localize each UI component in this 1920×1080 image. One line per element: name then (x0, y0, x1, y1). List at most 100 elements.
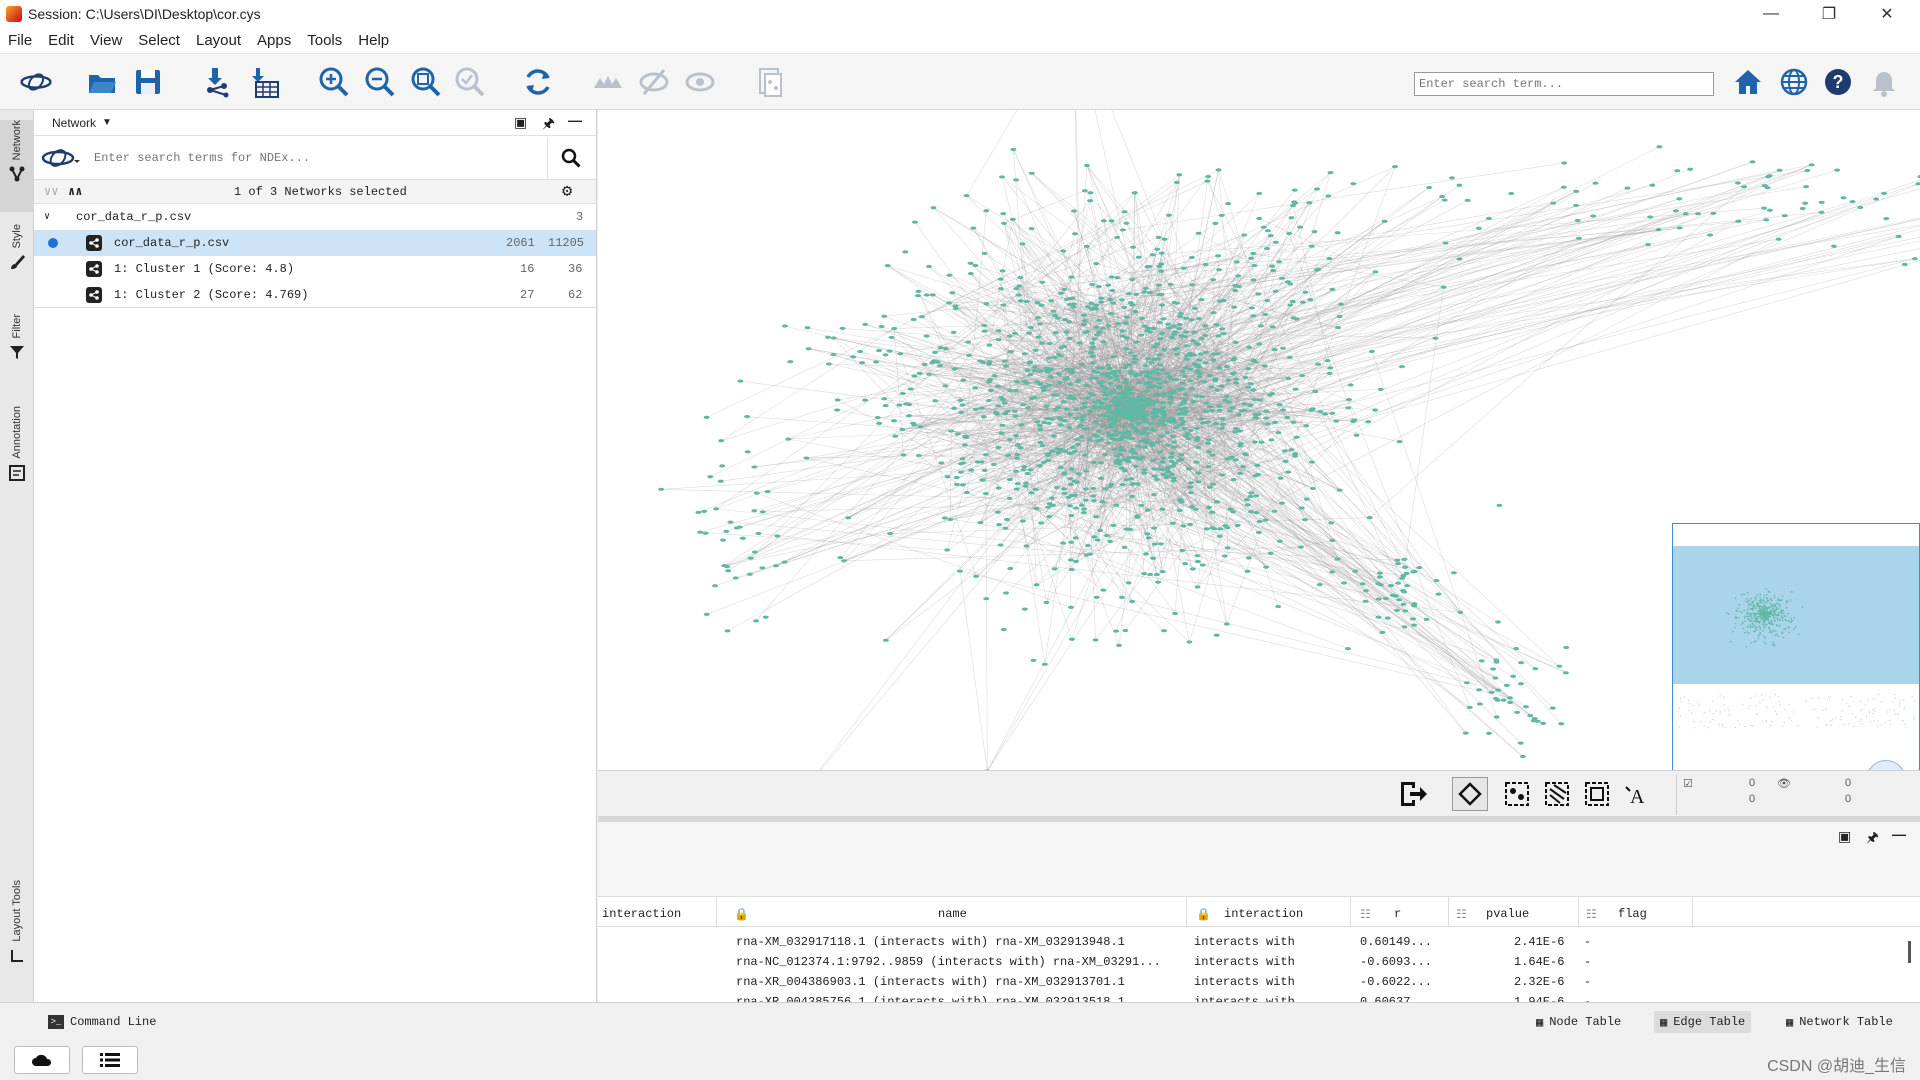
tab-node-table[interactable]: ▦ Node Table (1530, 1011, 1627, 1033)
network-node (991, 374, 998, 378)
network-node (1269, 325, 1276, 329)
ndex-search-button[interactable] (548, 148, 594, 168)
network-node (1647, 215, 1654, 219)
cloud-icon (32, 1054, 52, 1066)
pin-icon[interactable]: 🖈 (542, 113, 555, 137)
network-node (1128, 477, 1135, 481)
network-node (1112, 429, 1119, 433)
minimize-panel-icon[interactable]: — (1892, 826, 1906, 842)
ndex-logo-icon (41, 148, 80, 167)
gear-icon[interactable]: ⚙ (562, 181, 572, 202)
tab-edge-table[interactable]: ▦ Edge Table (1654, 1011, 1752, 1033)
minimize-panel-icon[interactable]: — (568, 112, 582, 128)
network-node (1018, 423, 1025, 427)
ndex-search-input[interactable] (88, 136, 548, 179)
overview-node (1693, 720, 1695, 722)
column-header-interaction[interactable]: interaction (602, 903, 681, 925)
column-header-name[interactable]: name (938, 903, 967, 925)
column-header-r[interactable]: r (1394, 903, 1401, 925)
show-labels-icon[interactable]: A (1624, 781, 1652, 812)
collection-row[interactable]: ∨ cor_data_r_p.csv 3 (34, 204, 596, 230)
menu-edit[interactable]: Edit (40, 32, 82, 49)
column-header-interaction-2[interactable]: interaction (1224, 903, 1303, 925)
tab-filter[interactable]: Filter (0, 314, 34, 394)
overview-node (1773, 609, 1775, 612)
overview-node (1711, 700, 1714, 702)
ndex-logo-icon[interactable] (14, 64, 58, 100)
search-input[interactable] (1414, 72, 1714, 96)
network-node (1150, 326, 1157, 330)
network-node (967, 271, 974, 276)
overview-node (1775, 713, 1778, 715)
open-session-icon[interactable] (84, 64, 120, 100)
tab-style[interactable]: Style (0, 224, 34, 304)
overview-node (1868, 712, 1871, 714)
zoom-out-icon[interactable] (362, 64, 398, 100)
network-node (1183, 409, 1190, 414)
expand-all-icon[interactable]: ∨∨ (44, 184, 58, 199)
chevron-down-icon[interactable]: ∨ (44, 211, 50, 223)
task-list-button[interactable] (82, 1046, 138, 1074)
network-node (1293, 435, 1300, 439)
select-nodes-icon[interactable] (1504, 781, 1530, 812)
restore-icon[interactable]: ❐ (1806, 0, 1852, 28)
help-icon[interactable]: ? (1820, 64, 1856, 100)
network-panel-title[interactable]: Network (52, 116, 96, 130)
column-header-pvalue[interactable]: pvalue (1486, 903, 1529, 925)
close-icon[interactable]: ✕ (1864, 0, 1910, 28)
network-node (1056, 380, 1063, 385)
node-shape-tool-button[interactable] (1452, 777, 1488, 811)
network-node (1153, 572, 1160, 577)
notification-bell-icon[interactable] (1866, 64, 1902, 100)
network-row[interactable]: 1: Cluster 2 (Score: 4.769) 27 62 (34, 282, 596, 308)
column-header-flag[interactable]: flag (1618, 903, 1647, 925)
network-node (1297, 225, 1304, 229)
refresh-icon[interactable] (520, 64, 556, 100)
network-node (1017, 299, 1024, 303)
tab-annotation[interactable]: Annotation (0, 406, 34, 512)
home-icon[interactable] (1730, 64, 1766, 100)
cloud-button[interactable] (14, 1046, 70, 1074)
cell-r: -0.6022... (1360, 975, 1433, 989)
collapse-all-icon[interactable]: ∧∧ (68, 184, 82, 199)
float-panel-icon[interactable]: ▣ (1838, 828, 1851, 845)
network-row[interactable]: 1: Cluster 1 (Score: 4.8) 16 36 (34, 256, 596, 282)
select-annotations-icon[interactable] (1584, 781, 1610, 812)
network-node (1464, 198, 1471, 202)
chevron-down-icon[interactable]: ▼ (102, 117, 112, 128)
network-node (1038, 341, 1045, 345)
network-node (862, 322, 869, 326)
globe-icon[interactable] (1776, 64, 1812, 100)
tab-network[interactable]: Network (0, 120, 34, 212)
network-node (1158, 292, 1165, 297)
table-scrollbar[interactable] (1908, 941, 1911, 963)
pin-icon[interactable]: 🖈 (1866, 827, 1879, 851)
save-session-icon[interactable] (130, 64, 166, 100)
zoom-in-icon[interactable] (316, 64, 352, 100)
menu-apps[interactable]: Apps (249, 32, 299, 49)
menu-file[interactable]: File (0, 32, 40, 49)
ndex-source-dropdown[interactable] (34, 146, 88, 170)
import-table-icon[interactable] (246, 64, 282, 100)
export-network-icon[interactable] (1398, 779, 1428, 809)
network-node (1050, 393, 1057, 397)
menu-help[interactable]: Help (350, 32, 397, 49)
menu-select[interactable]: Select (130, 32, 188, 49)
zoom-fit-icon[interactable] (408, 64, 444, 100)
select-edges-icon[interactable] (1544, 781, 1570, 812)
overview-node (1774, 608, 1777, 611)
command-line-tab[interactable]: >_ Command Line (42, 1011, 162, 1033)
network-row-selected[interactable]: cor_data_r_p.csv 2061 11205 (34, 230, 596, 256)
import-network-icon[interactable] (200, 64, 236, 100)
network-node (1021, 607, 1028, 611)
tab-network-table[interactable]: ▦ Network Table (1780, 1011, 1899, 1033)
menu-layout[interactable]: Layout (188, 32, 249, 49)
float-panel-icon[interactable]: ▣ (514, 114, 527, 131)
minimize-icon[interactable]: — (1748, 0, 1794, 28)
tab-layout-tools[interactable]: Layout Tools (0, 880, 34, 996)
menu-tools[interactable]: Tools (299, 32, 350, 49)
network-overview-panel[interactable] (1672, 523, 1920, 771)
menu-view[interactable]: View (82, 32, 130, 49)
network-node (1247, 382, 1254, 386)
overview-node (1734, 622, 1737, 625)
